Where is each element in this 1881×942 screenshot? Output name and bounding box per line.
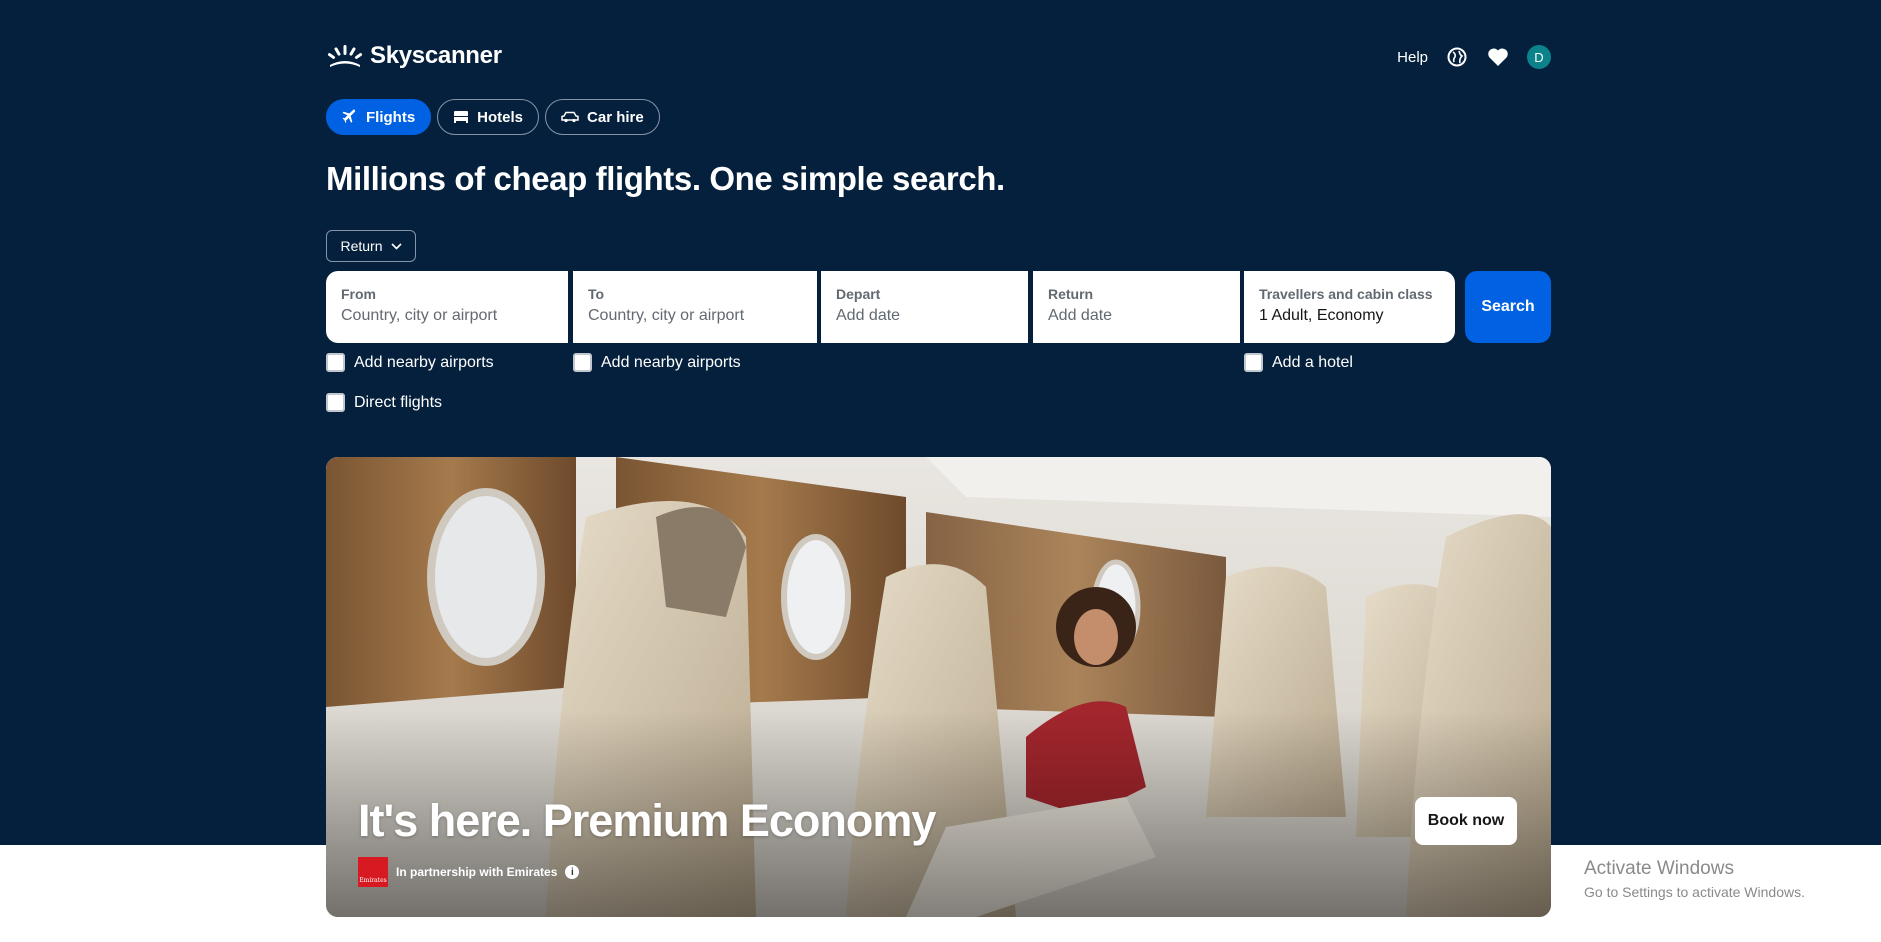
book-now-button[interactable]: Book now bbox=[1415, 797, 1517, 845]
banner-headline: It's here. Premium Economy bbox=[358, 795, 936, 846]
info-icon[interactable]: i bbox=[565, 865, 580, 879]
to-field[interactable]: To Country, city or airport bbox=[573, 271, 817, 343]
partner-info: Emirates In partnership with Emirates i bbox=[358, 857, 580, 887]
add-hotel-checkbox[interactable]: Add a hotel bbox=[1244, 353, 1353, 372]
travellers-field[interactable]: Travellers and cabin class 1 Adult, Econ… bbox=[1244, 271, 1455, 343]
watermark-subtitle: Go to Settings to activate Windows. bbox=[1584, 884, 1805, 900]
activate-windows-watermark: Activate Windows Go to Settings to activ… bbox=[1584, 858, 1805, 900]
partner-text: In partnership with Emirates bbox=[396, 865, 558, 879]
checkbox-box[interactable] bbox=[573, 353, 592, 372]
header: Skyscanner Help D bbox=[326, 42, 1551, 72]
direct-flights-checkbox[interactable]: Direct flights bbox=[326, 393, 442, 412]
tab-car-hire[interactable]: Car hire bbox=[545, 99, 660, 135]
emirates-logo: Emirates bbox=[358, 857, 388, 887]
logo-text: Skyscanner bbox=[370, 42, 502, 69]
header-actions: Help D bbox=[1397, 42, 1551, 72]
checkbox-label: Add nearby airports bbox=[601, 353, 741, 371]
tab-flights[interactable]: Flights bbox=[326, 99, 432, 135]
to-input[interactable]: Country, city or airport bbox=[588, 307, 802, 325]
bed-icon bbox=[454, 111, 469, 123]
heart-icon[interactable] bbox=[1486, 45, 1510, 69]
trip-type-value: Return bbox=[340, 238, 383, 254]
chevron-down-icon bbox=[390, 242, 402, 250]
travellers-value[interactable]: 1 Adult, Economy bbox=[1259, 307, 1440, 325]
globe-icon[interactable] bbox=[1445, 45, 1469, 69]
checkbox-box[interactable] bbox=[326, 353, 345, 372]
return-field[interactable]: Return Add date bbox=[1033, 271, 1240, 343]
tab-hotels[interactable]: Hotels bbox=[437, 99, 540, 135]
tab-label: Hotels bbox=[477, 108, 524, 126]
checkbox-label: Add nearby airports bbox=[354, 353, 494, 371]
return-input[interactable]: Add date bbox=[1048, 307, 1225, 325]
tab-label: Flights bbox=[366, 108, 416, 126]
trip-type-select[interactable]: Return bbox=[326, 230, 416, 262]
car-icon bbox=[561, 111, 579, 123]
watermark-title: Activate Windows bbox=[1584, 858, 1734, 879]
from-field[interactable]: From Country, city or airport bbox=[326, 271, 568, 343]
product-tabs: Flights Hotels Car hire bbox=[326, 99, 660, 135]
sunrise-icon bbox=[327, 45, 363, 67]
from-input[interactable]: Country, city or airport bbox=[341, 307, 553, 325]
avatar[interactable]: D bbox=[1527, 45, 1551, 69]
checkbox-label: Add a hotel bbox=[1272, 353, 1353, 371]
depart-label: Depart bbox=[836, 286, 881, 302]
nearby-to-checkbox[interactable]: Add nearby airports bbox=[573, 353, 741, 372]
page-title: Millions of cheap flights. One simple se… bbox=[326, 160, 1005, 197]
search-button[interactable]: Search bbox=[1465, 271, 1551, 343]
tab-label: Car hire bbox=[587, 108, 644, 126]
promo-banner[interactable]: It's here. Premium Economy Emirates In p… bbox=[326, 457, 1551, 917]
return-label: Return bbox=[1048, 286, 1094, 302]
checkbox-box[interactable] bbox=[1244, 353, 1263, 372]
help-link[interactable]: Help bbox=[1397, 49, 1428, 66]
depart-field[interactable]: Depart Add date bbox=[821, 271, 1028, 343]
depart-input[interactable]: Add date bbox=[836, 307, 1013, 325]
skyscanner-logo[interactable]: Skyscanner bbox=[326, 42, 502, 70]
checkbox-box[interactable] bbox=[326, 393, 345, 412]
plane-icon bbox=[342, 109, 356, 123]
travellers-label: Travellers and cabin class bbox=[1259, 286, 1433, 302]
checkbox-label: Direct flights bbox=[354, 393, 443, 411]
from-label: From bbox=[341, 286, 376, 302]
cabin-illustration bbox=[326, 457, 1551, 917]
flight-search-form: From Country, city or airport To Country… bbox=[326, 271, 1551, 343]
nearby-from-checkbox[interactable]: Add nearby airports bbox=[326, 353, 494, 372]
to-label: To bbox=[588, 286, 605, 302]
